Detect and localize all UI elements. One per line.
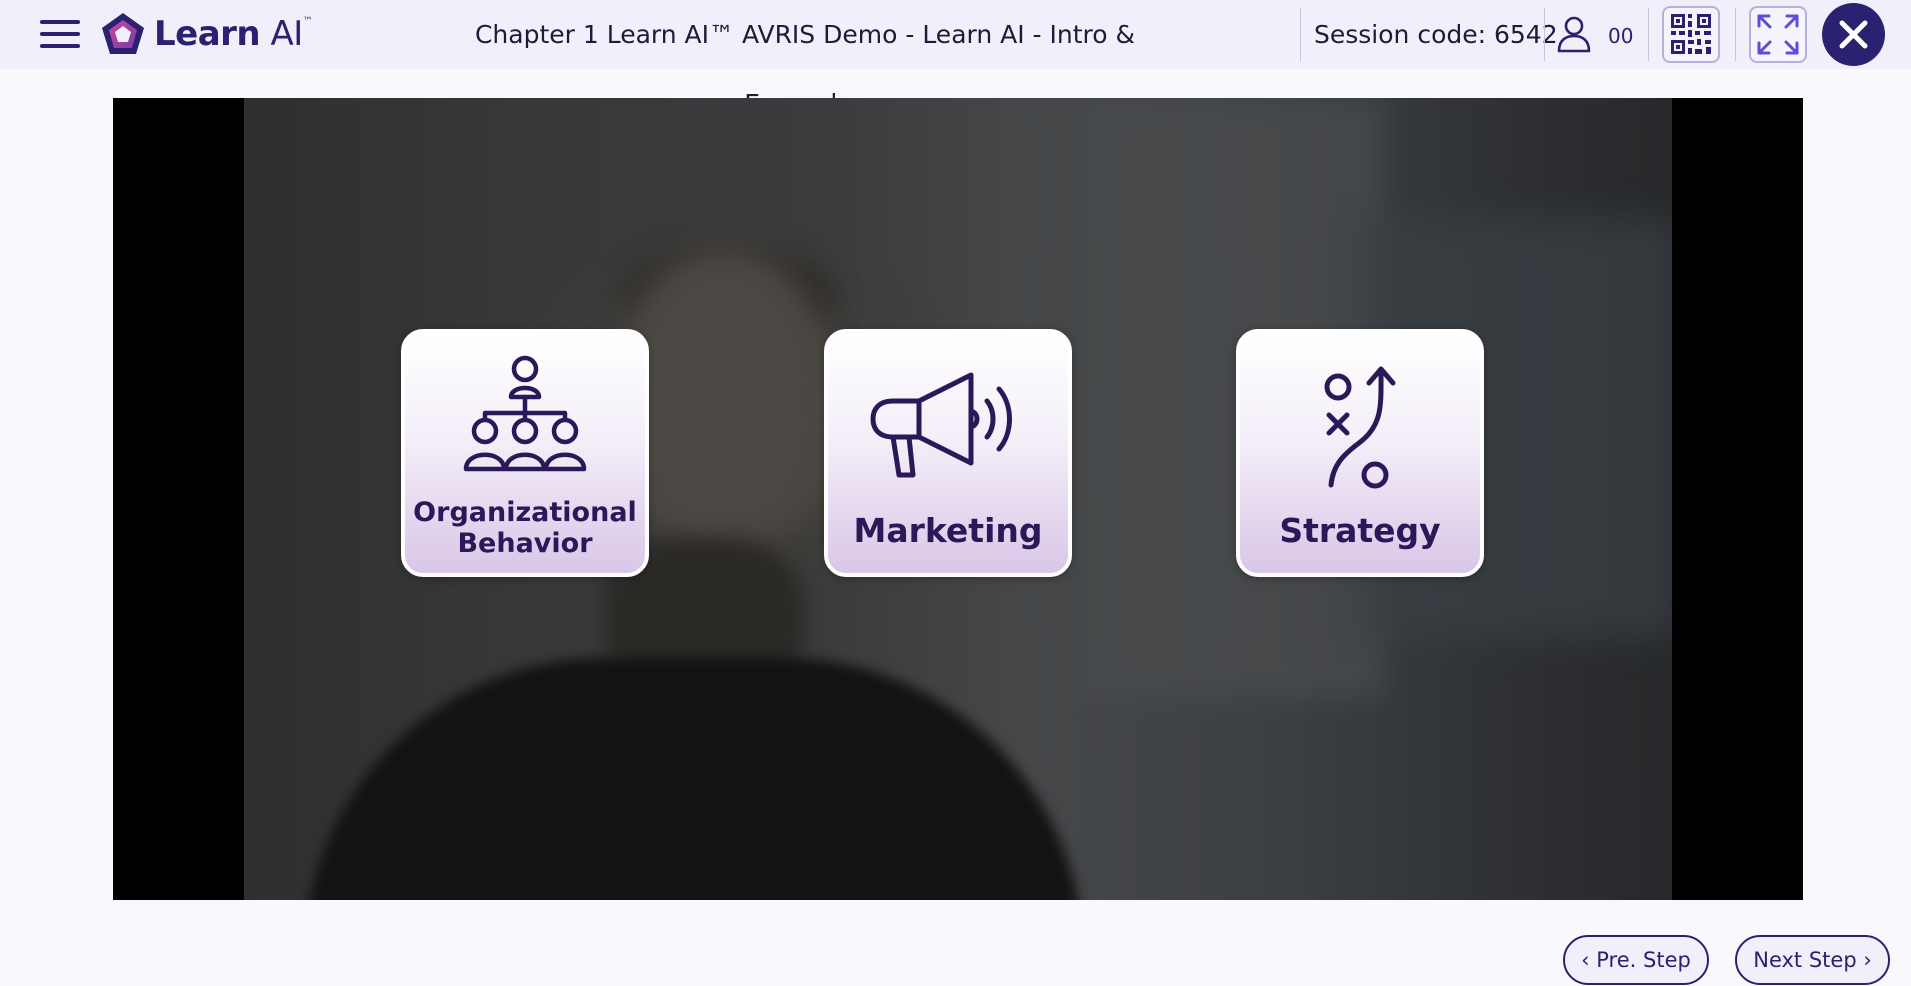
qr-code-icon <box>1671 14 1711 54</box>
card-label: Strategy <box>1279 511 1441 550</box>
previous-step-label: Pre. Step <box>1596 948 1691 972</box>
fullscreen-button[interactable] <box>1749 6 1807 63</box>
strategy-card[interactable]: Strategy <box>1236 329 1484 577</box>
user-count: 00 <box>1608 24 1634 48</box>
org-chart-icon <box>463 355 587 472</box>
marketing-card[interactable]: Marketing <box>824 329 1072 577</box>
previous-step-button[interactable]: ‹ Pre. Step <box>1563 935 1709 985</box>
card-label: Organizational Behavior <box>413 497 637 559</box>
hamburger-menu-icon[interactable] <box>36 14 84 54</box>
presenter-body <box>304 658 1084 900</box>
card-label: Marketing <box>853 511 1043 550</box>
close-button[interactable] <box>1822 3 1885 66</box>
close-icon <box>1839 20 1868 49</box>
next-step-label: Next Step <box>1753 948 1857 972</box>
qr-code-button[interactable] <box>1662 6 1720 63</box>
pentagon-logo-icon <box>102 13 144 54</box>
logo-text: Learn AI™ <box>154 14 313 54</box>
megaphone-icon <box>870 372 1012 478</box>
session-code: Session code: 6542 <box>1314 20 1558 49</box>
divider <box>1648 8 1649 61</box>
divider <box>1735 8 1736 61</box>
fullscreen-icon <box>1757 14 1799 55</box>
top-bar: Learn AI™ Chapter 1 Learn AI™ AVRIS Demo… <box>0 0 1911 118</box>
page-title: Chapter 1 Learn AI™ AVRIS Demo - Learn A… <box>474 20 1136 118</box>
divider <box>1300 8 1301 61</box>
chevron-right-icon: › <box>1863 948 1872 972</box>
logo: Learn AI™ <box>100 11 313 57</box>
organizational-behavior-card[interactable]: Organizational Behavior <box>401 329 649 577</box>
divider <box>1544 8 1545 61</box>
strategy-play-icon <box>1324 366 1396 489</box>
chevron-left-icon: ‹ <box>1581 948 1590 972</box>
user-icon <box>1557 16 1591 53</box>
video-player[interactable]: Organizational Behavior Marketing Strate… <box>113 98 1803 900</box>
next-step-button[interactable]: Next Step › <box>1735 935 1890 985</box>
